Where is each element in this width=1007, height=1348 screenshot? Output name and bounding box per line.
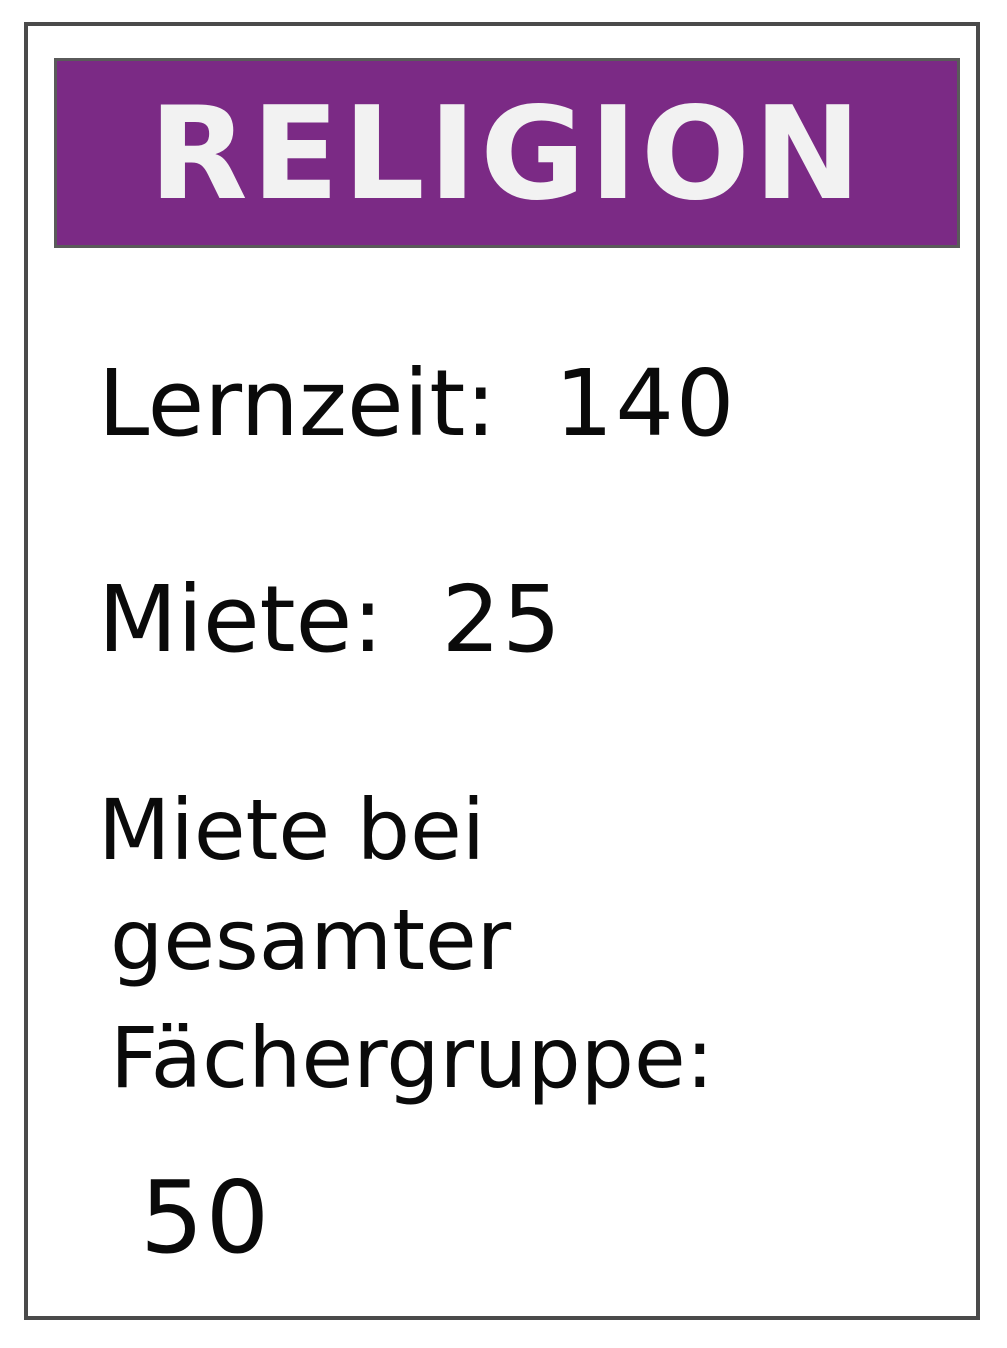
lernzeit-row: Lernzeit: 140 <box>98 358 736 450</box>
card-title: RELIGION <box>149 80 865 229</box>
miete-value: 25 <box>441 566 563 673</box>
miete-label: Miete: <box>98 566 384 673</box>
title-bar: RELIGION <box>54 58 960 248</box>
lernzeit-label: Lernzeit: <box>98 350 497 457</box>
miete-row: Miete: 25 <box>98 574 563 666</box>
gruppe-label-line1: Miete bei <box>98 781 486 879</box>
property-card: RELIGION Lernzeit: 140 Miete: 25 Miete b… <box>24 22 980 1320</box>
lernzeit-value: 140 <box>554 350 737 457</box>
gruppe-label-line2: gesamter <box>110 891 512 989</box>
gruppe-value: 50 <box>140 1159 272 1276</box>
gruppe-label-line3: Fächergruppe: <box>110 1009 714 1107</box>
